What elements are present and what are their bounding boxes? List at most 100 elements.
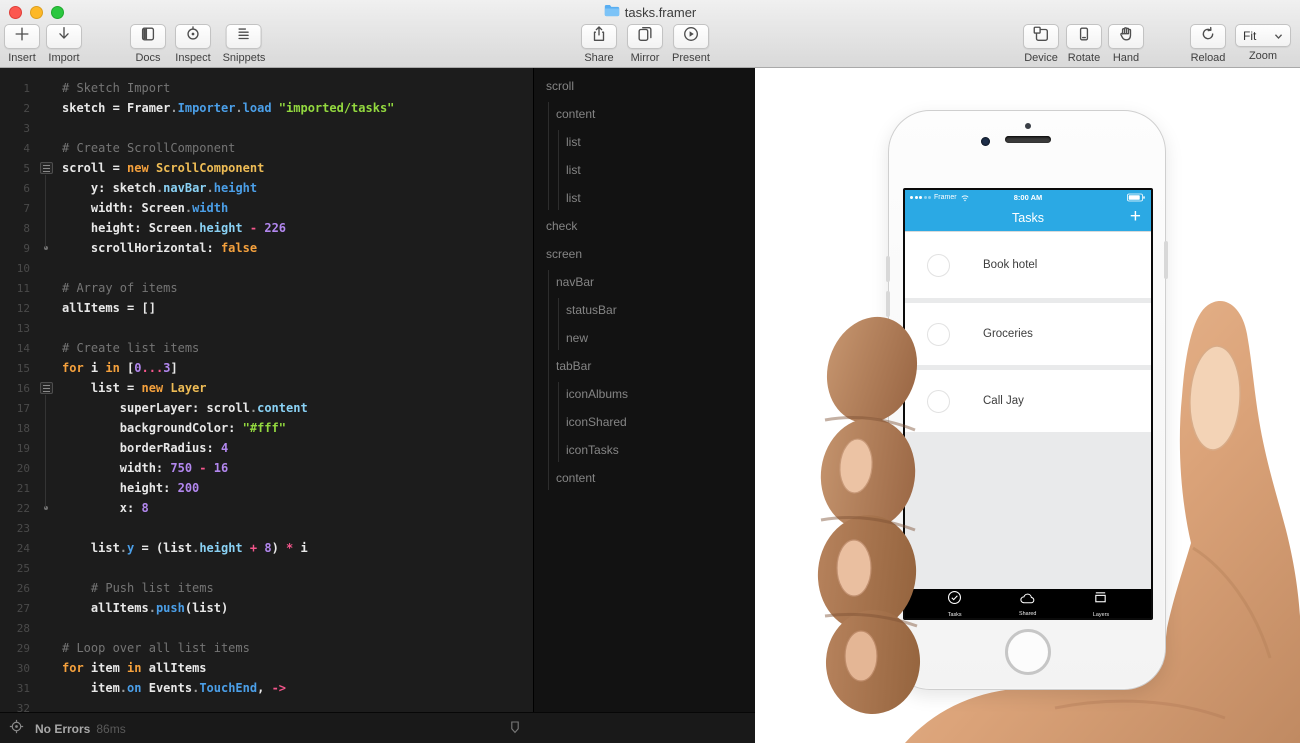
- toolbar-button-rotate[interactable]: Rotate: [1066, 24, 1102, 64]
- code-line-text[interactable]: scroll = new ScrollComponent: [62, 161, 533, 175]
- code-line-text[interactable]: superLayer: scroll.content: [62, 401, 533, 415]
- home-button[interactable]: [1005, 629, 1051, 675]
- phone-nav-bar: Tasks +: [905, 205, 1151, 231]
- layer-item-iconTasks[interactable]: iconTasks: [534, 436, 755, 464]
- toolbar-button-docs[interactable]: Docs: [130, 24, 166, 64]
- code-line-text[interactable]: height: Screen.height - 226: [62, 221, 533, 235]
- task-item-2[interactable]: Groceries: [905, 303, 1151, 365]
- zoom-dropdown[interactable]: Fit: [1235, 24, 1291, 47]
- toolbar-button-reload[interactable]: Reload: [1190, 24, 1226, 64]
- task-checkbox-circle[interactable]: [927, 390, 950, 413]
- task-list: Book hotel Groceries Call Jay: [905, 231, 1151, 432]
- power-button: [1164, 241, 1168, 279]
- line-number: 23: [0, 522, 30, 535]
- task-item-1[interactable]: Book hotel: [905, 232, 1151, 298]
- status-message: No Errors: [35, 722, 90, 736]
- code-line: 27 allItems.push(list): [0, 598, 533, 618]
- chevron-down-icon: [1274, 29, 1283, 43]
- toolbar-label-share: Share: [584, 52, 613, 64]
- code-line-text[interactable]: borderRadius: 4: [62, 441, 533, 455]
- code-line-text[interactable]: list.y = (list.height + 8) * i: [62, 541, 533, 555]
- layer-item-list[interactable]: list: [534, 156, 755, 184]
- add-task-button[interactable]: +: [1130, 205, 1141, 229]
- code-line: 9 scrollHorizontal: false: [0, 238, 533, 258]
- toolbar-button-present[interactable]: Present: [672, 24, 710, 64]
- line-number: 10: [0, 262, 30, 275]
- code-editor[interactable]: 1 # Sketch Import2 sketch = Framer.Impor…: [0, 68, 533, 712]
- zoom-control[interactable]: Fit Zoom: [1235, 24, 1291, 62]
- code-line: 17 superLayer: scroll.content: [0, 398, 533, 418]
- toolbar-button-hand[interactable]: Hand: [1108, 24, 1144, 64]
- zoom-label: Zoom: [1249, 50, 1277, 62]
- code-line-text[interactable]: item.on Events.TouchEnd, ->: [62, 681, 533, 695]
- line-number: 9: [0, 242, 30, 255]
- layer-item-new[interactable]: new: [534, 324, 755, 352]
- code-line-text[interactable]: width: Screen.width: [62, 201, 533, 215]
- toolbar-button-inspect[interactable]: Inspect: [175, 24, 211, 64]
- code-line-text[interactable]: sketch = Framer.Importer.load "imported/…: [62, 101, 533, 115]
- layer-item-scroll[interactable]: scroll: [534, 72, 755, 100]
- code-line-text[interactable]: list = new Layer: [62, 381, 533, 395]
- code-line-text[interactable]: y: sketch.navBar.height: [62, 181, 533, 195]
- code-line: 19 borderRadius: 4: [0, 438, 533, 458]
- code-line-text[interactable]: # Push list items: [62, 581, 533, 595]
- layers-panel: scrollcontentlistlistlistcheckscreennavB…: [533, 68, 755, 712]
- layer-item-content[interactable]: content: [534, 100, 755, 128]
- code-line-text[interactable]: backgroundColor: "#fff": [62, 421, 533, 435]
- layer-item-iconShared[interactable]: iconShared: [534, 408, 755, 436]
- toolbar-button-snippets[interactable]: Snippets: [223, 24, 266, 64]
- code-line-text[interactable]: for item in allItems: [62, 661, 533, 675]
- task-label: Groceries: [983, 328, 1033, 340]
- layer-item-list[interactable]: list: [534, 128, 755, 156]
- layer-item-list[interactable]: list: [534, 184, 755, 212]
- phone-tab-layers[interactable]: Layers: [1092, 589, 1110, 618]
- toolbar-button-device[interactable]: Device: [1023, 24, 1059, 64]
- fold-region-guide: [45, 175, 46, 248]
- code-line-text[interactable]: allItems.push(list): [62, 601, 533, 615]
- layer-item-statusBar[interactable]: statusBar: [534, 296, 755, 324]
- code-line: 29 # Loop over all list items: [0, 638, 533, 658]
- code-line-text[interactable]: # Create ScrollComponent: [62, 141, 533, 155]
- line-number: 19: [0, 442, 30, 455]
- target-crosshair-icon[interactable]: [8, 718, 25, 740]
- layer-item-screen[interactable]: screen: [534, 240, 755, 268]
- line-number: 5: [0, 162, 30, 175]
- toolbar-button-mirror[interactable]: Mirror: [627, 24, 663, 64]
- toolbar-button-insert[interactable]: Insert: [4, 24, 40, 64]
- code-line-text[interactable]: height: 200: [62, 481, 533, 495]
- line-number: 32: [0, 702, 30, 713]
- layer-item-tabBar[interactable]: tabBar: [534, 352, 755, 380]
- toolbar-button-import[interactable]: Import: [46, 24, 82, 64]
- toolbar-label-mirror: Mirror: [631, 52, 660, 64]
- toolbar-button-share[interactable]: Share: [581, 24, 617, 64]
- task-checkbox-circle[interactable]: [927, 254, 950, 277]
- code-line: 13: [0, 318, 533, 338]
- code-line-text[interactable]: x: 8: [62, 501, 533, 515]
- code-line-text[interactable]: # Array of items: [62, 281, 533, 295]
- layers-icon: [1092, 589, 1109, 611]
- code-fold-icon[interactable]: [40, 162, 53, 174]
- phone-tab-shared[interactable]: Shared: [1018, 589, 1037, 618]
- task-checkbox-circle[interactable]: [927, 323, 950, 346]
- code-line-text[interactable]: width: 750 - 16: [62, 461, 533, 475]
- code-line-text[interactable]: scrollHorizontal: false: [62, 241, 533, 255]
- code-line-text[interactable]: # Create list items: [62, 341, 533, 355]
- check-circle-icon: [946, 589, 963, 611]
- task-item-3[interactable]: Call Jay: [905, 370, 1151, 432]
- connect-device-icon[interactable]: [507, 719, 523, 742]
- layer-item-content[interactable]: content: [534, 464, 755, 492]
- layer-item-check[interactable]: check: [534, 212, 755, 240]
- code-line-text[interactable]: allItems = []: [62, 301, 533, 315]
- code-line: 8 height: Screen.height - 226: [0, 218, 533, 238]
- device-screen: Framer 8:00 AM: [903, 188, 1153, 620]
- rotate-phone-icon: [1075, 25, 1093, 48]
- layer-item-navBar[interactable]: navBar: [534, 268, 755, 296]
- code-line-text[interactable]: for i in [0...3]: [62, 361, 533, 375]
- code-line: 21 height: 200: [0, 478, 533, 498]
- layer-item-iconAlbums[interactable]: iconAlbums: [534, 380, 755, 408]
- code-fold-icon[interactable]: [40, 382, 53, 394]
- code-line-text[interactable]: # Loop over all list items: [62, 641, 533, 655]
- phone-tab-tasks[interactable]: Tasks: [946, 589, 963, 618]
- code-line-text[interactable]: # Sketch Import: [62, 81, 533, 95]
- code-line: 22 x: 8: [0, 498, 533, 518]
